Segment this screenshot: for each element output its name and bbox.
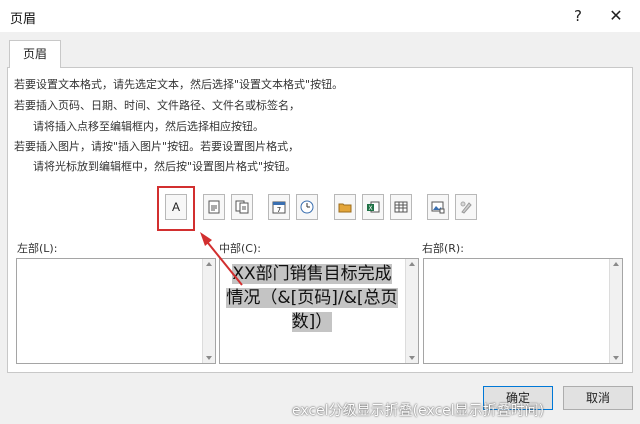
scroll-down-icon	[613, 356, 619, 360]
center-section-scrollbar[interactable]	[405, 259, 418, 363]
center-section-label: 中部(C):	[219, 242, 261, 255]
svg-text:X: X	[368, 205, 372, 212]
left-section-scrollbar[interactable]	[202, 259, 215, 363]
page-number-icon	[208, 200, 220, 214]
file-name-icon: X	[367, 201, 380, 213]
scroll-down-icon	[206, 356, 212, 360]
instruction-line: 请将插入点移至编辑框内，然后选择相应按钮。	[33, 120, 264, 133]
format-picture-button[interactable]	[455, 194, 477, 220]
scroll-up-icon	[613, 262, 619, 266]
page-count-icon	[235, 200, 249, 214]
center-section-text: XX部门销售目标完成情况（&[页码]/&[总页数]）	[225, 262, 399, 334]
header-dialog: 页眉 ? ✕ 页眉 若要设置文本格式，请先选定文本，然后选择"设置文本格式"按钮…	[0, 0, 640, 424]
watermark-text: excel分级显示折叠(excel显示折叠时间)	[292, 403, 545, 419]
tab-header[interactable]: 页眉	[9, 40, 61, 68]
scroll-up-icon	[206, 262, 212, 266]
scroll-up-icon	[409, 262, 415, 266]
insert-picture-button[interactable]	[427, 194, 449, 220]
date-icon: 7	[272, 201, 286, 214]
right-section-input[interactable]	[423, 258, 623, 364]
sheet-name-icon	[394, 201, 408, 213]
svg-text:7: 7	[277, 206, 281, 214]
file-path-icon	[338, 203, 352, 213]
insert-date-button[interactable]: 7	[268, 194, 290, 220]
insert-picture-icon	[431, 201, 445, 214]
insert-page-count-button[interactable]	[231, 194, 253, 220]
left-section-input[interactable]	[16, 258, 216, 364]
dialog-title: 页眉	[10, 12, 37, 27]
insert-file-path-button[interactable]	[334, 194, 356, 220]
instruction-line: 若要插入图片，请按"插入图片"按钮。若要设置图片格式，	[14, 140, 300, 153]
time-icon	[300, 200, 314, 214]
insert-sheet-name-button[interactable]	[390, 194, 412, 220]
format-picture-icon	[460, 201, 472, 214]
selected-header-text: XX部门销售目标完成情况（&[页码]/&[总页数]）	[226, 264, 398, 332]
cancel-button[interactable]: 取消	[563, 386, 633, 410]
center-section-input[interactable]: XX部门销售目标完成情况（&[页码]/&[总页数]）	[219, 258, 419, 364]
insert-page-number-button[interactable]	[203, 194, 225, 220]
instruction-line: 请将光标放到编辑框中，然后按"设置图片格式"按钮。	[33, 160, 297, 173]
title-bar: 页眉 ? ✕	[0, 0, 640, 32]
help-button[interactable]: ?	[566, 4, 590, 28]
instruction-line: 若要设置文本格式，请先选定文本，然后选择"设置文本格式"按钮。	[14, 78, 344, 91]
instruction-line: 若要插入页码、日期、时间、文件路径、文件名或标签名，	[14, 99, 300, 112]
left-section-label: 左部(L):	[17, 242, 58, 255]
format-text-button[interactable]: A	[165, 194, 187, 220]
scroll-down-icon	[409, 356, 415, 360]
insert-file-name-button[interactable]: X	[362, 194, 384, 220]
insert-time-button[interactable]	[296, 194, 318, 220]
right-section-scrollbar[interactable]	[609, 259, 622, 363]
close-button[interactable]: ✕	[602, 4, 630, 28]
right-section-label: 右部(R):	[422, 242, 464, 255]
